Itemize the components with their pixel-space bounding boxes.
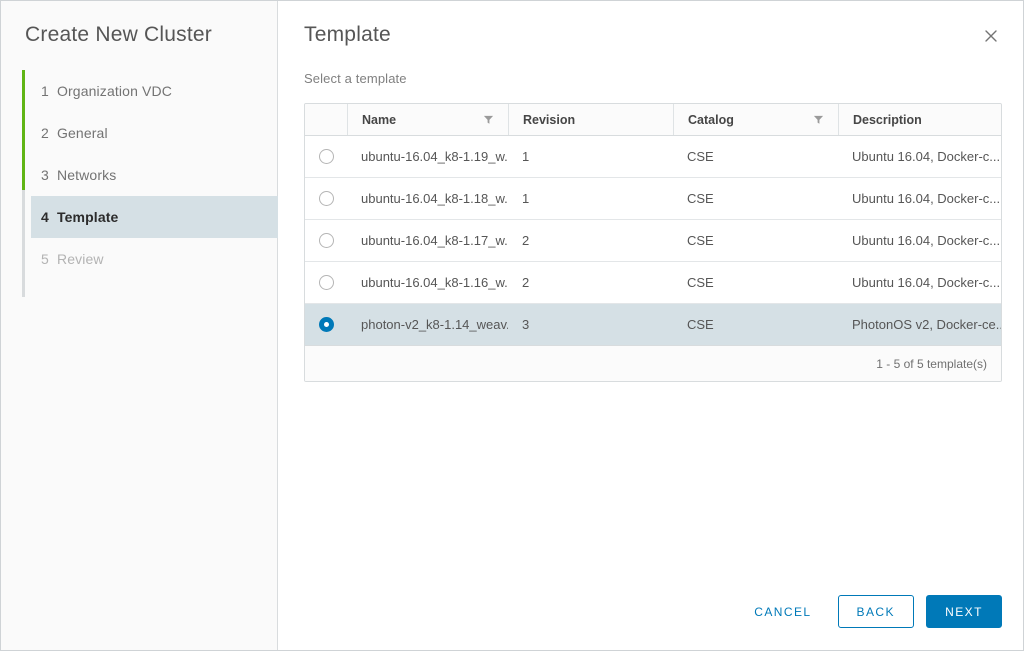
cell-catalog: CSE [687,191,714,206]
steps-rail-progress [22,70,25,191]
cell-revision: 2 [522,275,530,290]
cell-description: Ubuntu 16.04, Docker-c... [852,191,1001,206]
cell-name: ubuntu-16.04_k8-1.18_w... [361,191,508,206]
row-select-cell[interactable] [305,178,347,219]
page-title: Template [304,23,391,46]
row-select-cell[interactable] [305,136,347,177]
cell-revision: 1 [522,191,530,206]
cell-name: ubuntu-16.04_k8-1.19_w... [361,149,508,164]
step-number: 5 [41,251,49,268]
row-select-cell[interactable] [305,262,347,303]
wizard-sidebar: Create New Cluster 1 Organization VDC 2 … [1,1,278,650]
step-number: 3 [41,167,49,184]
header-label-revision: Revision [523,112,576,127]
header-label-description: Description [853,112,922,127]
header-cell-select [305,104,347,135]
radio-button[interactable] [318,233,334,248]
step-label: Organization VDC [56,83,173,100]
cell-catalog: CSE [687,149,714,164]
table-row[interactable]: ubuntu-16.04_k8-1.18_w... 1 CSE Ubuntu 1… [305,178,1001,220]
header-label-name: Name [362,112,397,127]
cell-revision: 3 [522,317,530,332]
step-number: 1 [41,83,49,100]
row-select-cell[interactable] [305,220,347,261]
table-row[interactable]: ubuntu-16.04_k8-1.19_w... 1 CSE Ubuntu 1… [305,136,1001,178]
sidebar-step-general[interactable]: 2 General [31,112,277,154]
content-subtitle: Select a template [304,71,407,86]
cell-catalog: CSE [687,233,714,248]
sidebar-step-review: 5 Review [31,238,277,280]
table-row[interactable]: ubuntu-16.04_k8-1.17_w... 2 CSE Ubuntu 1… [305,220,1001,262]
header-label-catalog: Catalog [688,112,734,127]
wizard-steps: 1 Organization VDC 2 General 3 Networks … [1,70,278,298]
wizard-actions: CANCEL BACK NEXT [740,595,1002,628]
cell-revision: 1 [522,149,530,164]
sidebar-step-organization-vdc[interactable]: 1 Organization VDC [31,70,277,112]
cell-name: photon-v2_k8-1.14_weav... [361,317,508,332]
table-footer: 1 - 5 of 5 template(s) [305,346,1001,381]
step-label: Review [56,251,104,268]
step-label: General [56,125,108,142]
header-cell-revision[interactable]: Revision [508,104,673,135]
header-cell-catalog[interactable]: Catalog [673,104,838,135]
cell-description: Ubuntu 16.04, Docker-c... [852,233,1001,248]
step-label: Template [56,209,119,226]
header-cell-name[interactable]: Name [347,104,508,135]
next-button[interactable]: NEXT [926,595,1002,628]
cell-catalog: CSE [687,317,714,332]
step-number: 2 [41,125,49,142]
cell-description: Ubuntu 16.04, Docker-c... [852,149,1001,164]
content-header: Template [304,1,1002,49]
cell-description: Ubuntu 16.04, Docker-c... [852,275,1001,290]
back-button[interactable]: BACK [837,595,914,628]
cancel-button[interactable]: CANCEL [740,595,825,628]
sidebar-step-networks[interactable]: 3 Networks [31,154,277,196]
filter-icon[interactable] [813,114,824,125]
step-label: Networks [56,167,117,184]
header-cell-description[interactable]: Description [838,104,1001,135]
filter-icon[interactable] [483,114,494,125]
cell-description: PhotonOS v2, Docker-ce... [852,317,1001,332]
table-row-selected[interactable]: photon-v2_k8-1.14_weav... 3 CSE PhotonOS… [305,304,1001,346]
step-number: 4 [41,209,49,226]
cell-catalog: CSE [687,275,714,290]
pagination-summary: 1 - 5 of 5 template(s) [876,356,987,371]
template-table: Name Revision Catalog Description ubuntu… [304,103,1002,382]
close-icon[interactable] [978,23,1004,49]
radio-button[interactable] [318,191,334,206]
table-header-row: Name Revision Catalog Description [305,104,1001,136]
sidebar-step-template[interactable]: 4 Template [31,196,278,239]
create-cluster-wizard: Create New Cluster 1 Organization VDC 2 … [0,0,1024,651]
table-row[interactable]: ubuntu-16.04_k8-1.16_w... 2 CSE Ubuntu 1… [305,262,1001,304]
cell-revision: 2 [522,233,530,248]
radio-button[interactable] [318,275,334,290]
wizard-title: Create New Cluster [25,23,213,46]
row-select-cell[interactable] [305,304,347,345]
radio-button-selected[interactable] [318,317,334,332]
radio-button[interactable] [318,149,334,164]
wizard-content: Template Select a template Name Revision… [278,1,1023,650]
cell-name: ubuntu-16.04_k8-1.17_w... [361,233,508,248]
cell-name: ubuntu-16.04_k8-1.16_w... [361,275,508,290]
